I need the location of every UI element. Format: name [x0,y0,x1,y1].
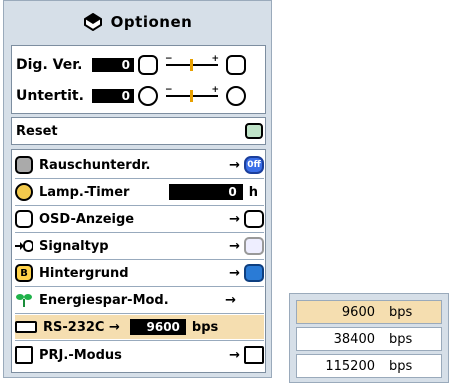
dig-ver-label: Dig. Ver. [16,57,83,73]
item-energiespar[interactable]: Energiespar-Mod. → [15,288,264,312]
reset-row[interactable]: Reset [16,123,263,139]
divider [15,286,264,287]
baud-option[interactable]: 38400 bps [296,327,442,351]
arrow-icon: → [229,238,240,254]
divider [15,178,264,179]
reset-icon[interactable] [245,123,263,139]
noise-reduction-icon [15,156,33,174]
untertit-plus-icon [226,86,246,106]
baud-unit: bps [389,358,413,374]
projection-mode-end-icon [244,346,264,364]
item-label: Signaltyp [39,238,109,254]
slider-plus-mark: + [211,54,219,64]
arrow-icon: → [109,319,120,335]
options-icon [83,13,102,31]
lamp-timer-unit: h [248,184,258,200]
baud-option[interactable]: 9600 bps [296,300,442,324]
untertit-slider[interactable]: − + [162,85,222,106]
arrow-icon: → [225,292,236,308]
baud-value: 115200 [325,358,375,374]
untertit-value: 0 [92,89,134,103]
reset-panel: Reset [11,117,266,145]
item-rauschunterdr[interactable]: Rauschunterdr. → 0ff [15,153,264,177]
dig-ver-slider[interactable]: − + [162,54,222,75]
menu-title-text: Optionen [110,13,193,31]
slider-knob[interactable] [190,59,193,71]
slider-minus-mark: − [165,54,173,64]
item-label: Rauschunterdr. [39,157,151,173]
slider-plus-mark: + [211,85,219,95]
item-signaltyp[interactable]: Signaltyp → [15,234,264,258]
osd-display-end-icon [244,210,264,228]
baud-option[interactable]: 115200 bps [296,354,442,378]
item-hintergrund[interactable]: B Hintergrund → [15,261,264,285]
osd-display-icon [15,210,33,228]
item-lamp-timer[interactable]: Lamp.-Timer 0 h [15,180,264,204]
settings-panel: Rauschunterdr. → 0ff Lamp.-Timer 0 h OSD… [11,149,266,373]
dig-ver-minus-icon [138,55,158,75]
item-label: Hintergrund [39,265,129,281]
item-rs232c[interactable]: RS-232C → 9600 bps [15,315,264,339]
off-icon: 0ff [244,156,264,174]
item-label: OSD-Anzeige [39,211,135,227]
dig-ver-plus-icon [226,55,246,75]
baud-unit: bps [389,331,413,347]
divider [15,205,264,206]
slider-knob[interactable] [190,90,193,102]
signal-type-end-icon [244,237,264,255]
item-label: Energiespar-Mod. [39,292,169,308]
arrow-icon: → [229,265,240,281]
eco-plant-icon [15,291,33,309]
background-icon: B [15,264,33,282]
baud-value: 9600 [341,304,375,320]
arrow-icon: → [229,347,240,363]
dig-ver-row[interactable]: Dig. Ver. 0 − + [16,50,263,80]
divider [15,232,264,233]
projection-mode-icon [15,346,33,364]
menu-title: Optionen [4,1,271,43]
reset-label: Reset [16,123,58,139]
serial-port-icon [15,321,37,333]
untertit-minus-icon [138,86,158,106]
divider [15,259,264,260]
item-label: RS-232C [43,319,105,335]
signal-type-icon [15,237,33,255]
divider [15,313,264,314]
untertit-label: Untertit. [16,88,84,104]
baud-value: 38400 [333,331,375,347]
divider [15,340,264,341]
rs232c-unit: bps [191,319,219,335]
arrow-icon: → [229,211,240,227]
item-label: PRJ.-Modus [39,347,122,363]
adjust-panel: Dig. Ver. 0 − + Untertit. 0 − + [11,45,266,114]
lamp-timer-value: 0 [168,184,243,200]
dig-ver-value: 0 [92,58,134,72]
slider-minus-mark: − [165,85,173,95]
rs232c-value: 9600 [129,319,186,335]
arrow-icon: → [229,157,240,173]
untertit-row[interactable]: Untertit. 0 − + [16,81,263,111]
baud-unit: bps [389,304,413,320]
item-osd-anzeige[interactable]: OSD-Anzeige → [15,207,264,231]
baud-rate-list: 9600 bps 38400 bps 115200 bps [289,293,449,383]
item-prj-modus[interactable]: PRJ.-Modus → [15,343,264,367]
options-menu: Optionen Dig. Ver. 0 − + Untertit. 0 − + [3,0,272,378]
background-end-icon [244,264,264,282]
timer-icon [15,183,33,201]
item-label: Lamp.-Timer [39,184,130,200]
